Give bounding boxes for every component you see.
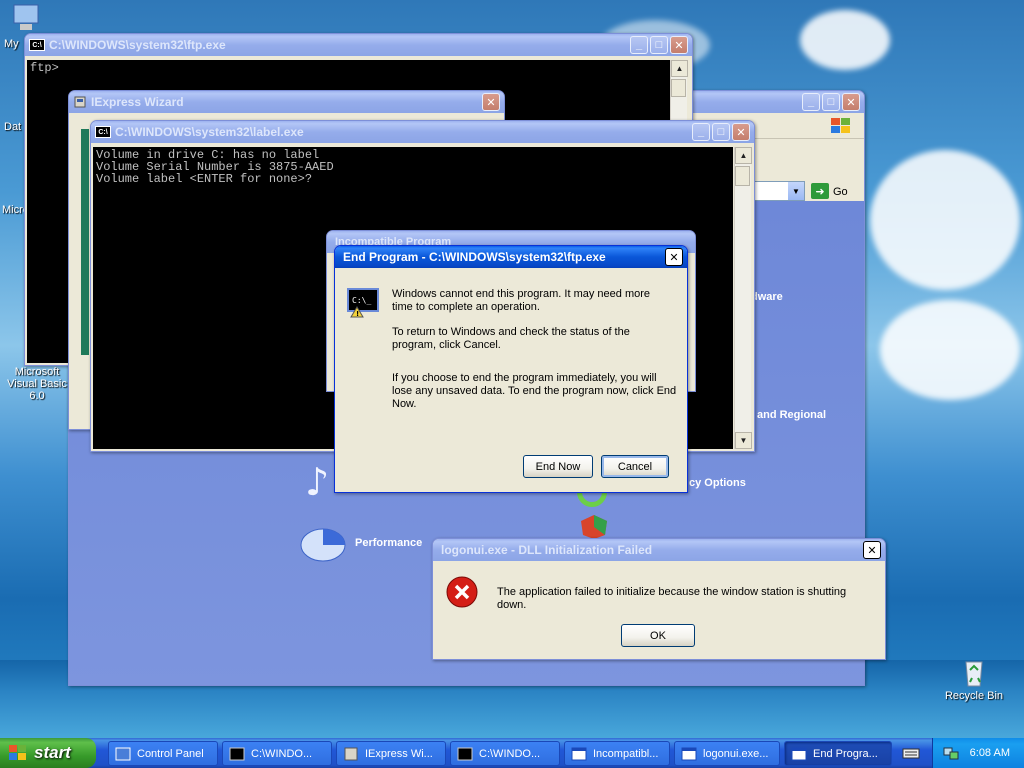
logonui-title: logonui.exe - DLL Initialization Failed <box>441 543 653 557</box>
desktop-icon-label: Dat <box>4 121 22 133</box>
taskbar-item-logonui[interactable]: logonui.exe... <box>674 741 780 766</box>
maximize-button[interactable]: □ <box>822 93 840 111</box>
end-program-message-3: If you choose to end the program immedia… <box>392 372 677 410</box>
cloud <box>800 10 890 70</box>
computer-icon <box>10 2 42 34</box>
label-titlebar[interactable]: C:\ C:\WINDOWS\system32\label.exe _ □ ✕ <box>91 121 754 143</box>
recycle-bin-icon <box>958 656 990 688</box>
console-icon: C:\ <box>95 126 111 138</box>
go-button[interactable]: Go <box>833 186 848 198</box>
console-warning-icon: C:\_! <box>347 286 379 318</box>
task-label: logonui.exe... <box>703 747 769 760</box>
svg-text:!: ! <box>356 310 359 318</box>
end-program-dialog[interactable]: End Program - C:\WINDOWS\system32\ftp.ex… <box>334 245 688 493</box>
task-label: IExpress Wi... <box>365 747 433 760</box>
taskbar-item-incompatible[interactable]: Incompatibl... <box>564 741 670 766</box>
svg-text:♪: ♪ <box>305 460 329 503</box>
system-tray: 6:08 AM <box>932 738 1024 768</box>
taskbar-item-iexpress[interactable]: IExpress Wi... <box>336 741 446 766</box>
start-label: start <box>34 743 71 762</box>
cancel-button[interactable]: Cancel <box>601 455 669 478</box>
end-program-message-2: To return to Windows and check the statu… <box>392 326 630 351</box>
category-link[interactable]: Performance <box>355 537 422 549</box>
task-label: Incompatibl... <box>593 747 659 760</box>
console-icon <box>457 747 473 761</box>
installer-icon <box>343 747 359 761</box>
svg-text:C:\_: C:\_ <box>352 296 371 305</box>
task-label: C:\WINDO... <box>479 747 541 760</box>
scroll-thumb[interactable] <box>671 79 686 97</box>
performance-icon[interactable] <box>299 521 349 565</box>
scrollbar[interactable]: ▲ ▼ <box>734 147 752 449</box>
console-icon <box>229 747 245 761</box>
label-title: C:\WINDOWS\system32\label.exe <box>115 125 304 139</box>
error-icon <box>445 575 479 609</box>
iexpress-titlebar[interactable]: IExpress Wizard ✕ <box>69 91 504 113</box>
task-label: Control Panel <box>137 747 204 760</box>
recycle-bin-label: Recycle Bin <box>944 690 1004 702</box>
control-panel-icon <box>115 747 131 761</box>
end-program-message-1: Windows cannot end this program. It may … <box>392 288 651 313</box>
installer-icon <box>73 95 87 109</box>
wizard-side-banner <box>81 129 89 355</box>
category-link[interactable]: and Regional <box>757 409 826 421</box>
window-icon <box>571 747 587 761</box>
minimize-button[interactable]: _ <box>692 123 710 141</box>
scroll-thumb[interactable] <box>735 166 750 186</box>
console-icon: C:\ <box>29 39 45 51</box>
minimize-button[interactable]: _ <box>802 93 820 111</box>
close-button[interactable]: ✕ <box>732 123 750 141</box>
ftp-titlebar[interactable]: C:\ C:\WINDOWS\system32\ftp.exe _ □ ✕ <box>25 34 692 56</box>
taskbar-item-label[interactable]: C:\WINDO... <box>450 741 560 766</box>
task-label: C:\WINDO... <box>251 747 313 760</box>
start-button[interactable]: start <box>0 738 96 768</box>
end-program-title: End Program - C:\WINDOWS\system32\ftp.ex… <box>343 250 606 264</box>
taskbar-item-ftp[interactable]: C:\WINDO... <box>222 741 332 766</box>
iexpress-title: IExpress Wizard <box>91 95 184 109</box>
scroll-up-button[interactable]: ▲ <box>735 147 752 164</box>
clock[interactable]: 6:08 AM <box>970 747 1010 759</box>
keyboard-icon[interactable] <box>902 745 920 761</box>
desktop-icon-vb6[interactable]: Microsoft Visual Basic 6.0 <box>0 366 74 402</box>
network-icon[interactable] <box>943 745 959 761</box>
close-button[interactable]: ✕ <box>482 93 500 111</box>
ftp-title: C:\WINDOWS\system32\ftp.exe <box>49 38 226 52</box>
close-button[interactable]: ✕ <box>863 541 881 559</box>
maximize-button[interactable]: □ <box>650 36 668 54</box>
desktop-icon-my-computer[interactable] <box>4 2 48 36</box>
maximize-button[interactable]: □ <box>712 123 730 141</box>
task-label: End Progra... <box>813 747 878 760</box>
taskbar-item-end-program[interactable]: End Progra... <box>784 741 892 766</box>
logonui-message: The application failed to initialize bec… <box>497 586 847 611</box>
taskbar: start Control Panel C:\WINDO... IExpress… <box>0 738 1024 768</box>
category-link[interactable]: cy Options <box>689 477 746 489</box>
close-button[interactable]: ✕ <box>665 248 683 266</box>
cloud <box>880 300 1020 400</box>
windows-logo-icon <box>8 744 28 762</box>
cloud <box>870 150 1020 290</box>
minimize-button[interactable]: _ <box>630 36 648 54</box>
logonui-error-dialog[interactable]: logonui.exe - DLL Initialization Failed … <box>432 538 886 660</box>
scroll-down-button[interactable]: ▼ <box>735 432 752 449</box>
desktop-icon-label: My <box>4 38 19 50</box>
close-button[interactable]: ✕ <box>670 36 688 54</box>
close-button[interactable]: ✕ <box>842 93 860 111</box>
window-icon <box>791 747 807 761</box>
windows-logo-icon <box>829 116 857 136</box>
category-link[interactable]: dware <box>751 291 783 303</box>
ok-button[interactable]: OK <box>621 624 695 647</box>
go-arrow-icon[interactable]: ➜ <box>811 183 829 199</box>
end-program-titlebar[interactable]: End Program - C:\WINDOWS\system32\ftp.ex… <box>335 246 687 268</box>
desktop-icon-recycle-bin[interactable]: Recycle Bin <box>938 656 1010 702</box>
end-now-button[interactable]: End Now <box>523 455 593 478</box>
scroll-up-button[interactable]: ▲ <box>671 60 688 77</box>
chevron-down-icon[interactable]: ▼ <box>788 182 804 200</box>
logonui-titlebar[interactable]: logonui.exe - DLL Initialization Failed … <box>433 539 885 561</box>
security-shield-icon[interactable] <box>579 513 609 539</box>
window-icon <box>681 747 697 761</box>
taskbar-item-control-panel[interactable]: Control Panel <box>108 741 218 766</box>
